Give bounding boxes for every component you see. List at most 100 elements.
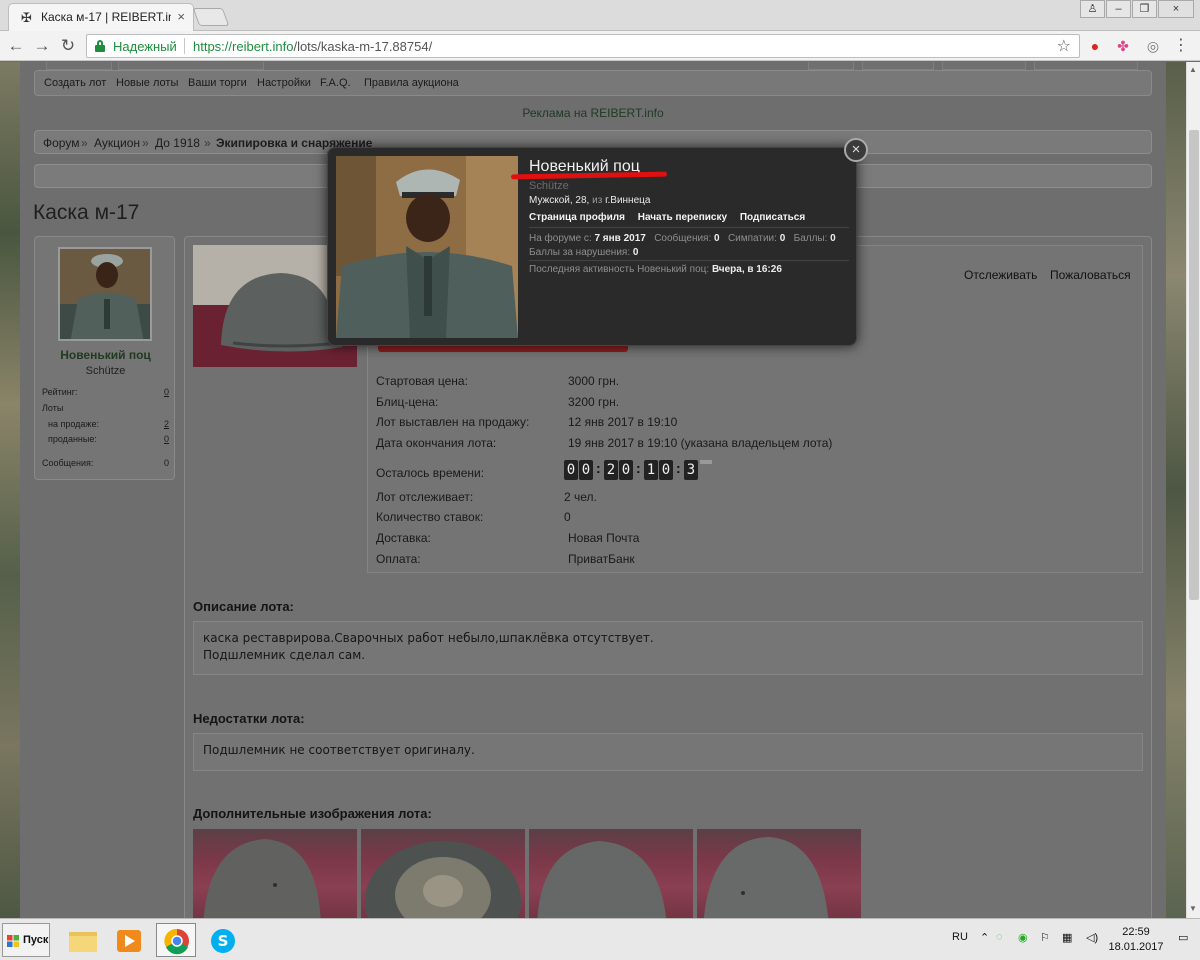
show-desktop-icon[interactable]: ▭	[1178, 931, 1188, 944]
minimize-button[interactable]: –	[1106, 0, 1131, 18]
follow-link[interactable]: Подписаться	[740, 212, 805, 223]
report-link[interactable]: Пожаловаться	[1050, 268, 1131, 282]
nav-tab-stub[interactable]	[1034, 62, 1138, 70]
nav-tab-stub[interactable]	[862, 62, 934, 70]
network-icon[interactable]: ▦	[1062, 931, 1072, 944]
field-label: Лот отслеживает:	[376, 490, 474, 504]
field-label: Оплата:	[376, 552, 421, 566]
sync-extension-icon[interactable]: ◎	[1144, 37, 1162, 55]
tray-expand-icon[interactable]: ⌃	[980, 931, 989, 944]
scroll-down-arrow-icon[interactable]: ▼	[1189, 904, 1197, 913]
helmet-back-photo-icon	[537, 841, 667, 918]
member-card-popup: × Новенький поц Schütze Мужской, 28, из …	[327, 138, 868, 346]
seller-name[interactable]: Новенький поц	[35, 348, 176, 362]
extra-image-thumb[interactable]	[361, 829, 525, 918]
extra-image-thumb[interactable]	[697, 829, 861, 918]
breadcrumb-auction[interactable]: Аукцион	[94, 136, 140, 150]
popup-close-icon[interactable]: ×	[844, 138, 868, 162]
countdown-digit: 0	[659, 460, 673, 480]
profile-page-link[interactable]: Страница профиля	[529, 212, 625, 223]
rating-label: Рейтинг:	[42, 387, 78, 397]
seller-avatar[interactable]	[58, 247, 152, 341]
reload-icon[interactable]: ↻	[58, 36, 78, 56]
countdown-colon: :	[676, 460, 681, 476]
opera-extension-icon[interactable]: ●	[1086, 37, 1104, 55]
flaws-body: Подшлемник не соответствует оригиналу.	[193, 733, 1143, 771]
scrollbar-thumb[interactable]	[1189, 130, 1199, 600]
helmet-front-photo-icon	[703, 837, 829, 918]
windows-flag-icon	[7, 935, 19, 947]
menu-dots-icon[interactable]: ⋮	[1172, 37, 1190, 55]
breadcrumb-before-1918[interactable]: До 1918	[155, 136, 200, 150]
countdown-digit: 3	[684, 460, 698, 480]
skype-icon[interactable]: S	[202, 923, 242, 957]
popup-stats: На форуме с: 7 янв 2017 Сообщения: 0 Сим…	[529, 233, 836, 258]
seller-rank: Schütze	[85, 365, 126, 377]
payment-value: ПриватБанк	[568, 552, 635, 566]
page-scrollbar[interactable]: ▲ ▼	[1186, 62, 1200, 918]
ad-link[interactable]: Реклама на REIBERT.info	[20, 106, 1166, 120]
on-sale-value[interactable]: 2	[164, 419, 169, 429]
profile-icon[interactable]: ♙	[1080, 0, 1105, 18]
person-avatar-icon	[60, 249, 150, 339]
breadcrumb-separator: »	[204, 136, 211, 150]
start-conversation-link[interactable]: Начать переписку	[638, 212, 727, 223]
popup-last-activity: Последняя активность Новенький поц: Вчер…	[529, 264, 782, 275]
media-player-icon[interactable]	[108, 923, 148, 957]
popup-divider	[529, 227, 849, 228]
tray-app-icon[interactable]: ◌	[996, 931, 1003, 943]
subnav-create-lot[interactable]: Создать лот	[44, 77, 106, 89]
start-button[interactable]: Пуск	[2, 923, 50, 957]
browser-tab-active[interactable]: ✠ Каска м-17 | REIBERT.info ×	[8, 3, 194, 31]
tab-close-icon[interactable]: ×	[177, 9, 185, 24]
extra-image-thumb[interactable]	[529, 829, 693, 918]
forward-arrow-icon[interactable]: →	[32, 36, 52, 56]
watch-link[interactable]: Отслеживать	[964, 268, 1037, 282]
listed-date-value: 12 янв 2017 в 19:10	[568, 415, 678, 429]
extra-images-heading: Дополнительные изображения лота:	[193, 806, 432, 821]
pinwheel-extension-icon[interactable]: ✤	[1114, 37, 1132, 55]
subnav-settings[interactable]: Настройки	[257, 77, 311, 89]
seller-rating-row: Рейтинг: 0	[42, 387, 169, 397]
chrome-icon[interactable]	[156, 923, 196, 957]
address-bar[interactable]: Надежный https://reibert.info/lots/kaska…	[86, 34, 1080, 58]
nav-tab-stub[interactable]	[808, 62, 854, 70]
sold-value[interactable]: 0	[164, 434, 169, 444]
extra-image-thumb[interactable]	[193, 829, 357, 918]
url-text[interactable]: https://reibert.info/lots/kaska-m-17.887…	[193, 39, 432, 54]
address-separator	[184, 38, 185, 54]
maximize-button[interactable]: ❐	[1132, 0, 1157, 18]
rating-value[interactable]: 0	[164, 387, 169, 397]
popup-member-rank: Schütze	[529, 180, 569, 192]
new-tab-button[interactable]	[192, 8, 230, 26]
nav-tab-stub[interactable]	[118, 62, 264, 70]
countdown-colon: :	[636, 460, 641, 476]
lock-icon	[95, 40, 105, 52]
back-arrow-icon[interactable]: ←	[6, 36, 26, 56]
browser-toolbar: ← → ↻ Надежный https://reibert.info/lots…	[0, 31, 1200, 61]
subnav-faq[interactable]: F.A.Q.	[320, 77, 351, 89]
description-line: каска реставрирова.Сварочных работ небыл…	[203, 631, 654, 645]
helmet-inside-photo-icon	[365, 841, 521, 918]
file-explorer-icon[interactable]	[62, 923, 102, 957]
scroll-up-arrow-icon[interactable]: ▲	[1189, 65, 1197, 74]
iron-cross-favicon-icon: ✠	[21, 10, 32, 25]
subnav-new-lots[interactable]: Новые лоты	[116, 77, 178, 89]
bid-button-edge[interactable]	[378, 346, 628, 352]
subnav-rules[interactable]: Правила аукциона	[364, 77, 459, 89]
language-indicator[interactable]: RU	[952, 931, 968, 943]
bookmark-star-icon[interactable]: ☆	[1057, 36, 1071, 56]
camo-background-right	[1166, 62, 1186, 918]
system-clock[interactable]: 22:59 18.01.2017	[1106, 925, 1166, 955]
nav-tab-stub[interactable]	[46, 62, 112, 70]
subnav-your-bids[interactable]: Ваши торги	[188, 77, 247, 89]
countdown-tick	[700, 460, 712, 464]
volume-icon[interactable]: ◁)	[1086, 931, 1098, 944]
window-close-button[interactable]: ×	[1158, 0, 1194, 18]
tray-app-icon[interactable]: ◉	[1018, 931, 1028, 944]
member-photo[interactable]	[336, 156, 518, 338]
nav-tab-stub[interactable]	[942, 62, 1026, 70]
page-title: Каска м-17	[33, 201, 140, 224]
breadcrumb-forum[interactable]: Форум	[43, 136, 79, 150]
action-center-flag-icon[interactable]: ⚐	[1040, 931, 1050, 944]
